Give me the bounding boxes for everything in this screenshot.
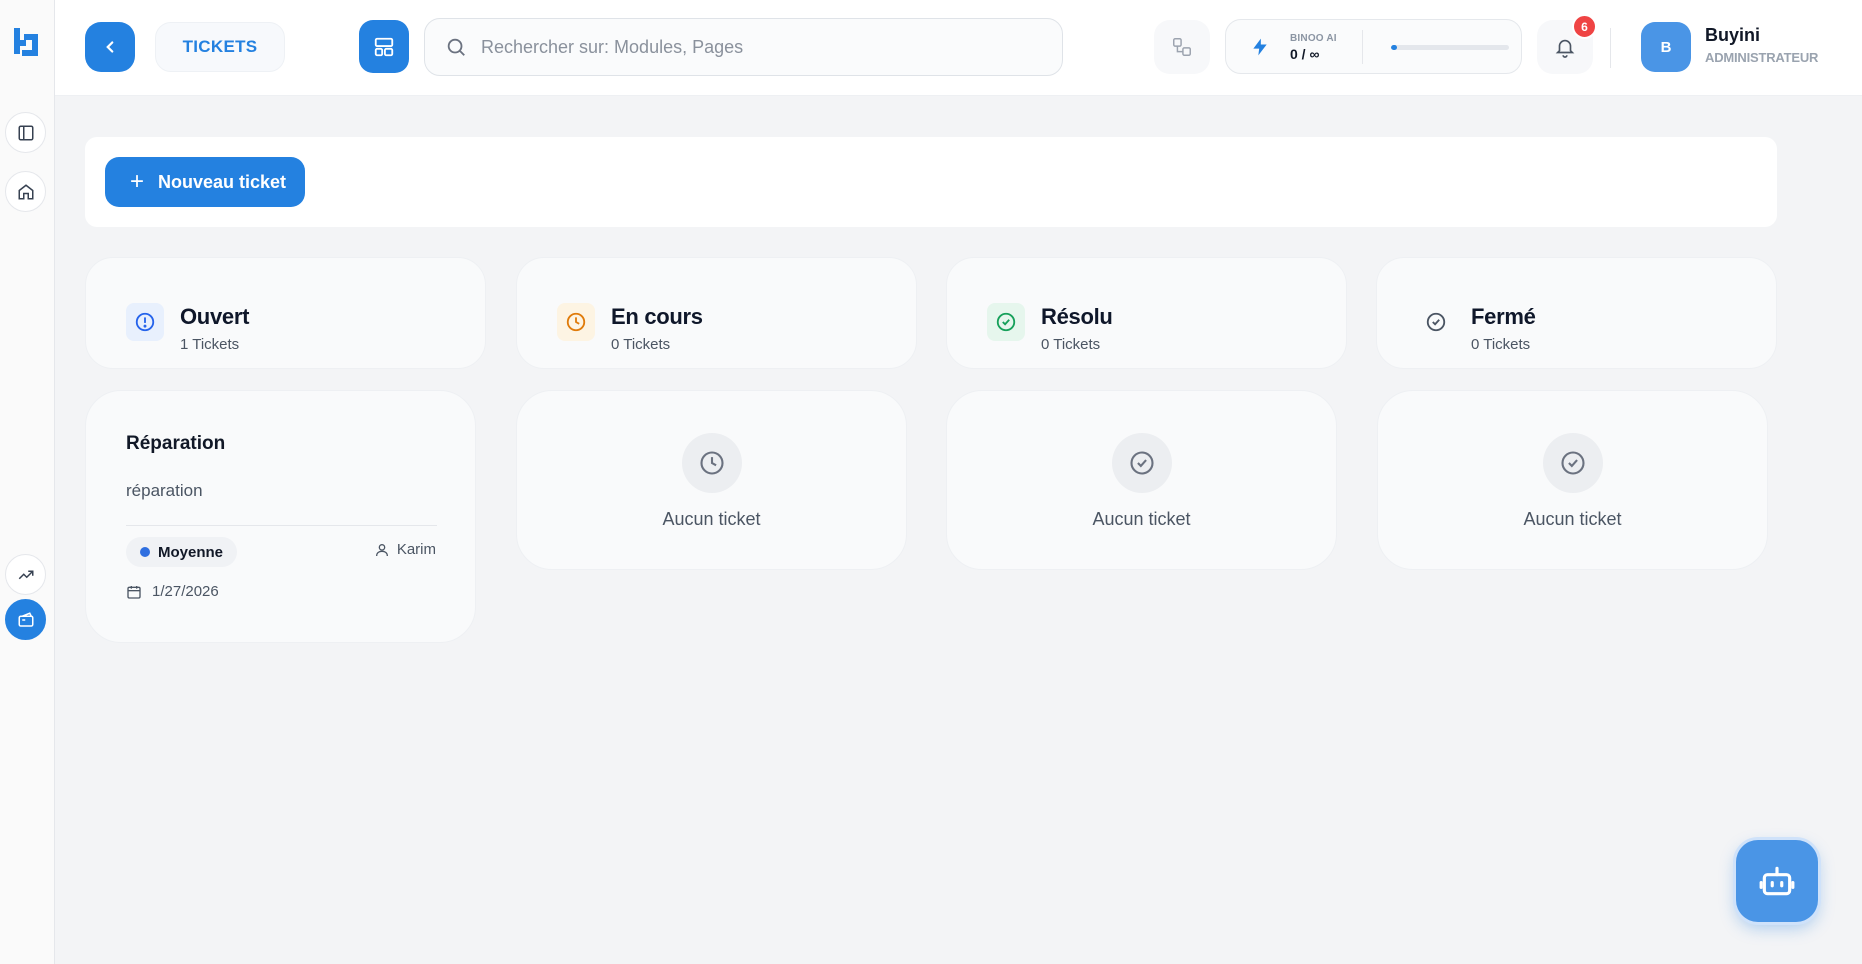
ai-usage-fill [1391, 45, 1397, 50]
toolbar-card: + Nouveau ticket [85, 137, 1777, 227]
sidebar-toggle-button[interactable] [5, 112, 46, 153]
column-title: Ouvert [180, 304, 250, 329]
layout-toggle-button[interactable] [359, 20, 409, 73]
column-count: 0 Tickets [1041, 336, 1101, 353]
ai-label: BINOO AI [1290, 33, 1337, 44]
chevron-left-icon [106, 41, 114, 53]
priority-label: Moyenne [158, 543, 224, 561]
home-icon [18, 183, 33, 199]
back-button[interactable] [85, 22, 135, 72]
switch-icon [1173, 38, 1191, 56]
ticket-description: réparation [126, 481, 203, 500]
empty-column-resolved: Aucun ticket [946, 390, 1337, 570]
sidebar-item-home[interactable] [5, 171, 46, 212]
column-icon-wrap [557, 303, 595, 341]
empty-text: Aucun ticket [1092, 509, 1191, 529]
column-count: 0 Tickets [1471, 336, 1531, 353]
top-header: TICKETS BINOO AI 0 / ∞ 6 B Buyini ADMINI… [55, 0, 1862, 96]
check-circle-icon [1561, 451, 1585, 475]
empty-icon-wrap [1112, 433, 1172, 493]
ai-usage-widget[interactable]: BINOO AI 0 / ∞ [1225, 19, 1522, 74]
check-circle-icon [996, 312, 1016, 332]
ticket-card[interactable]: Réparation réparation Moyenne Karim 1/27… [85, 390, 476, 643]
ai-assistant-button[interactable] [1736, 840, 1818, 922]
empty-column-in-progress: Aucun ticket [516, 390, 907, 570]
empty-column-closed: Aucun ticket [1377, 390, 1768, 570]
clock-icon [566, 312, 586, 332]
header-divider [1610, 28, 1611, 68]
empty-text: Aucun ticket [662, 509, 761, 529]
column-count: 0 Tickets [611, 336, 671, 353]
ticket-title: Réparation [126, 433, 226, 454]
priority-dot-icon [140, 547, 150, 557]
user-name[interactable]: Buyini [1705, 25, 1760, 46]
ai-divider [1362, 30, 1363, 64]
check-circle-icon [1426, 312, 1446, 332]
column-title: En cours [611, 304, 703, 329]
column-icon-wrap [1417, 303, 1455, 341]
sidebar [0, 0, 55, 964]
empty-icon-wrap [1543, 433, 1603, 493]
column-icon-wrap [987, 303, 1025, 341]
ticket-assignee: Karim [374, 541, 436, 558]
column-header-open: Ouvert 1 Tickets [85, 257, 486, 369]
clock-icon [700, 451, 724, 475]
bell-icon [1555, 39, 1575, 58]
column-title: Fermé [1471, 304, 1536, 329]
lightning-icon [1253, 38, 1267, 56]
trending-up-icon [18, 570, 33, 579]
calendar-icon [127, 585, 141, 599]
ticket-date: 1/27/2026 [126, 583, 219, 600]
notification-badge: 6 [1572, 14, 1597, 39]
layout-icon [374, 37, 394, 56]
new-ticket-button[interactable]: + Nouveau ticket [105, 157, 305, 207]
column-header-in-progress: En cours 0 Tickets [516, 257, 917, 369]
sidebar-item-analytics[interactable] [5, 554, 46, 595]
column-header-closed: Fermé 0 Tickets [1376, 257, 1777, 369]
ai-usage-progress [1391, 45, 1509, 50]
ai-count: 0 / ∞ [1290, 46, 1320, 62]
plus-icon: + [130, 168, 145, 195]
panel-left-icon [18, 125, 33, 140]
column-title: Résolu [1041, 304, 1113, 329]
page-title[interactable]: TICKETS [155, 22, 285, 72]
search-input[interactable] [481, 36, 1041, 58]
assignee-name: Karim [396, 541, 436, 558]
search-bar [424, 18, 1063, 76]
sidebar-item-tickets[interactable] [5, 599, 46, 640]
ticket-icon [18, 611, 33, 627]
user-icon [375, 543, 388, 556]
new-ticket-label: Nouveau ticket [158, 171, 287, 192]
user-role: ADMINISTRATEUR [1705, 50, 1819, 65]
check-circle-icon [1130, 451, 1154, 475]
column-count: 1 Tickets [180, 336, 240, 353]
priority-badge: Moyenne [126, 537, 238, 567]
alert-circle-icon [135, 312, 155, 332]
date-text: 1/27/2026 [152, 583, 219, 600]
empty-text: Aucun ticket [1523, 509, 1622, 529]
column-header-resolved: Résolu 0 Tickets [946, 257, 1347, 369]
switch-module-button[interactable] [1154, 20, 1210, 74]
user-avatar[interactable]: B [1641, 22, 1691, 72]
robot-icon [1759, 866, 1795, 896]
search-icon [447, 38, 465, 56]
empty-icon-wrap [682, 433, 742, 493]
ticket-divider [126, 525, 437, 526]
column-icon-wrap [126, 303, 164, 341]
brand-logo-icon[interactable] [12, 26, 40, 58]
